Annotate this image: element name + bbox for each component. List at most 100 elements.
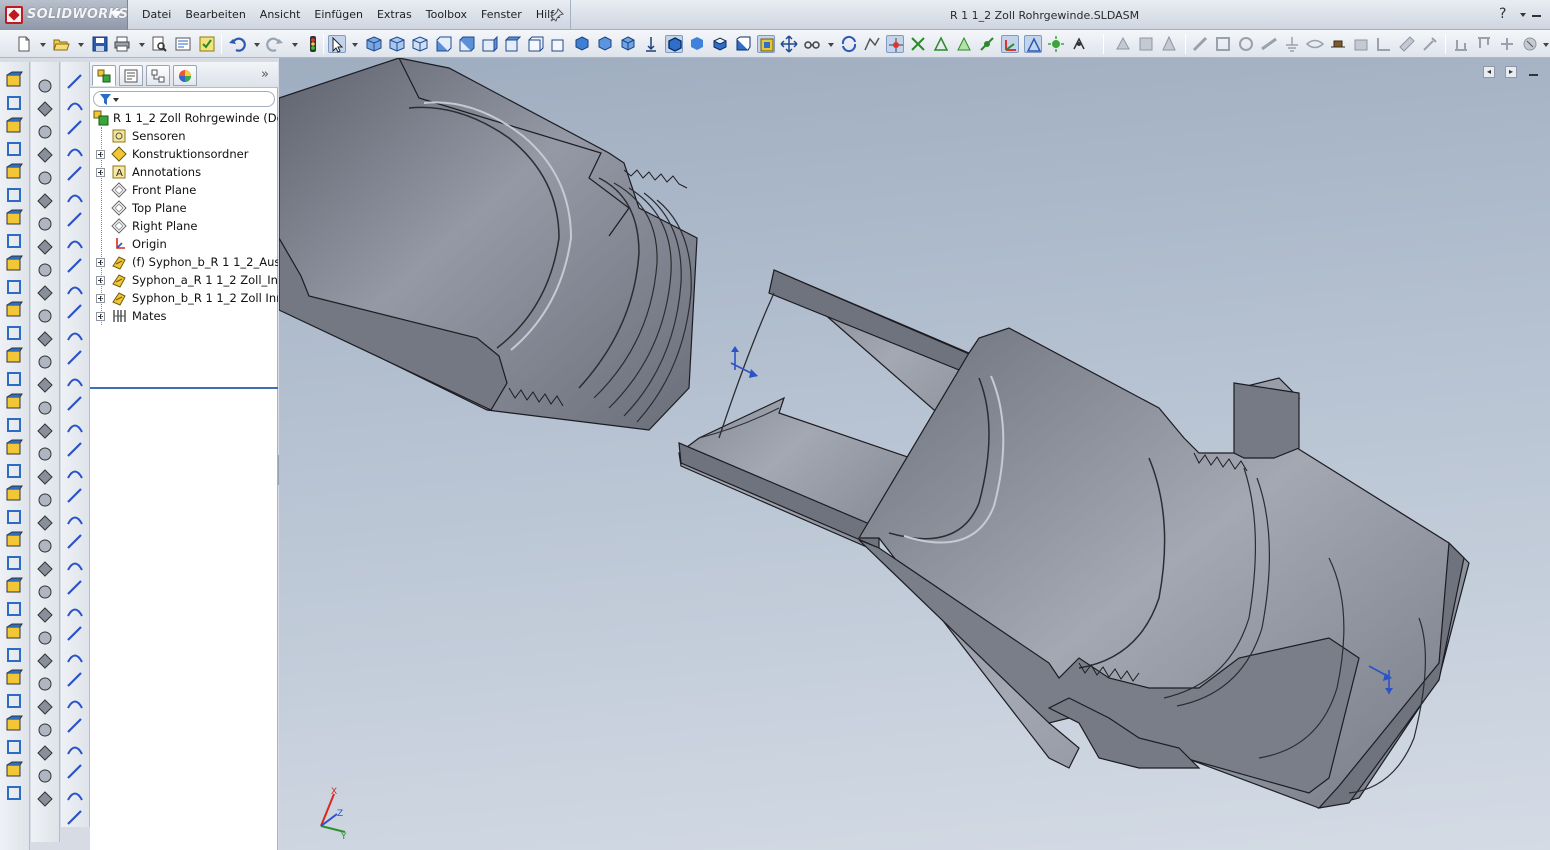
new-document-icon[interactable] (15, 35, 33, 53)
feature-tool-icon[interactable] (4, 162, 24, 182)
tree-node-sensors[interactable]: Sensoren (90, 127, 278, 145)
assembly-tool-icon[interactable] (35, 743, 55, 763)
options-icon[interactable] (174, 35, 192, 53)
shaded-icon[interactable] (688, 35, 706, 53)
next-view-icon[interactable]: ▸ (1505, 66, 1517, 78)
select-pointer-icon[interactable] (328, 35, 346, 53)
view-front-icon[interactable] (434, 35, 452, 53)
featuremanager-filter[interactable] (93, 91, 275, 107)
feature-tool-icon[interactable] (4, 668, 24, 688)
assembly-tool-icon[interactable] (35, 651, 55, 671)
sketch-tool-icon[interactable] (65, 785, 85, 805)
assembly-tool-icon[interactable] (35, 306, 55, 326)
view-trimetric-icon[interactable] (388, 35, 406, 53)
assembly-tool-icon[interactable] (35, 789, 55, 809)
sketch-tool-icon[interactable] (65, 118, 85, 138)
sketch-tool-icon[interactable] (65, 762, 85, 782)
graphics-area[interactable]: X Y Z ◂ ▸ (279, 58, 1550, 850)
feature-tool-icon[interactable] (4, 277, 24, 297)
sketch-tool-icon[interactable] (65, 808, 85, 828)
view-isometric-icon[interactable] (365, 35, 383, 53)
menu-ansicht[interactable]: Ansicht (253, 0, 308, 30)
sketch-tool-icon[interactable] (65, 509, 85, 529)
view-planes-icon[interactable] (886, 35, 904, 53)
feature-tool-icon[interactable] (4, 70, 24, 90)
feature-tool-icon[interactable] (4, 622, 24, 642)
sketch-tool-icon[interactable] (65, 141, 85, 161)
redo-icon[interactable] (266, 35, 284, 53)
assembly-tool-icon[interactable] (35, 76, 55, 96)
expand-panel-icon[interactable]: » (261, 67, 269, 82)
undo-dropdown-icon[interactable] (254, 43, 260, 47)
undo-icon[interactable] (228, 35, 246, 53)
sketch-tool-icon[interactable] (65, 187, 85, 207)
view-two-icon[interactable] (619, 35, 637, 53)
sketch-tool-icon[interactable] (65, 486, 85, 506)
tree-node-right-plane[interactable]: Right Plane (90, 217, 278, 235)
view-origins-icon[interactable] (978, 35, 996, 53)
tree-node-syphon-a-innen[interactable]: Syphon_a_R 1 1_2 Zoll_Innen<1> (90, 271, 278, 289)
sketch-tool-icon[interactable] (65, 302, 85, 322)
view-settings-dropdown-icon[interactable] (828, 43, 834, 47)
feature-tool-icon[interactable] (4, 783, 24, 803)
assembly-tool-icon[interactable] (35, 283, 55, 303)
feature-tool-icon[interactable] (4, 346, 24, 366)
feature-tool-icon[interactable] (4, 553, 24, 573)
assembly-tool-icon[interactable] (35, 582, 55, 602)
assembly-tool-icon[interactable] (35, 99, 55, 119)
view-coordinate-systems-icon[interactable] (1001, 35, 1019, 53)
sketch-tool-icon[interactable] (65, 716, 85, 736)
assembly-tool-icon[interactable] (35, 766, 55, 786)
sketch-tool-icon[interactable] (65, 578, 85, 598)
assembly-tool-icon[interactable] (35, 145, 55, 165)
tree-node-origin[interactable]: Origin (90, 235, 278, 253)
feature-tool-icon[interactable] (4, 323, 24, 343)
sketch-tool-icon[interactable] (65, 624, 85, 644)
view-normal-to-icon[interactable] (573, 35, 591, 53)
feature-tool-icon[interactable] (4, 576, 24, 596)
menu-datei[interactable]: Datei (135, 0, 178, 30)
assembly-tool-icon[interactable] (35, 467, 55, 487)
logo-menu-arrow-icon[interactable] (112, 11, 122, 17)
view-top-icon[interactable] (526, 35, 544, 53)
feature-tool-icon[interactable] (4, 760, 24, 780)
sketch-tool-icon[interactable] (65, 417, 85, 437)
print-preview-icon[interactable] (150, 35, 168, 53)
feature-tool-icon[interactable] (4, 599, 24, 619)
sketch-tool-icon[interactable] (65, 371, 85, 391)
pin-menu-icon[interactable] (549, 7, 565, 23)
assembly-tool-icon[interactable] (35, 674, 55, 694)
feature-tool-icon[interactable] (4, 461, 24, 481)
sketch-tool-icon[interactable] (65, 95, 85, 115)
assembly-tool-icon[interactable] (35, 628, 55, 648)
assembly-tool-icon[interactable] (35, 559, 55, 579)
tree-node-root[interactable]: R 1 1_2 Zoll Rohrgewinde (Default<Displa… (90, 109, 278, 127)
menu-extras[interactable]: Extras (370, 0, 419, 30)
tree-node-design-binder[interactable]: Konstruktionsordner (90, 145, 278, 163)
hat-icon[interactable] (1329, 35, 1347, 53)
sketch-tool-icon[interactable] (65, 440, 85, 460)
sketch-tool-icon[interactable] (65, 532, 85, 552)
assembly-tool-icon[interactable] (35, 352, 55, 372)
view-dimetric-icon[interactable] (411, 35, 429, 53)
assembly-tool-icon[interactable] (35, 329, 55, 349)
feature-tool-icon[interactable] (4, 185, 24, 205)
view-selector-icon[interactable] (642, 35, 660, 53)
edit-appearance-icon[interactable] (757, 35, 775, 53)
sketch-tool-icon[interactable] (65, 601, 85, 621)
assembly-tool-icon[interactable] (35, 720, 55, 740)
hide-show-items-icon[interactable] (734, 35, 752, 53)
tree-node-syphon-b-innen[interactable]: Syphon_b_R 1 1_2 Zoll Innen<1> (90, 289, 278, 307)
assembly-tool-icon[interactable] (35, 697, 55, 717)
assembly-tool-icon[interactable] (35, 168, 55, 188)
sketch-tool-icon[interactable] (65, 210, 85, 230)
configurationmanager-tab[interactable] (146, 65, 170, 86)
previous-view-icon[interactable]: ◂ (1483, 66, 1495, 78)
view-bottom-icon[interactable] (549, 35, 567, 53)
viewport-minimize-icon[interactable] (1529, 74, 1538, 76)
view-left-icon[interactable] (480, 35, 498, 53)
feature-tool-icon[interactable] (4, 438, 24, 458)
assembly-tool-icon[interactable] (35, 513, 55, 533)
assembly-tool-icon[interactable] (35, 444, 55, 464)
assembly-tool-icon[interactable] (35, 375, 55, 395)
